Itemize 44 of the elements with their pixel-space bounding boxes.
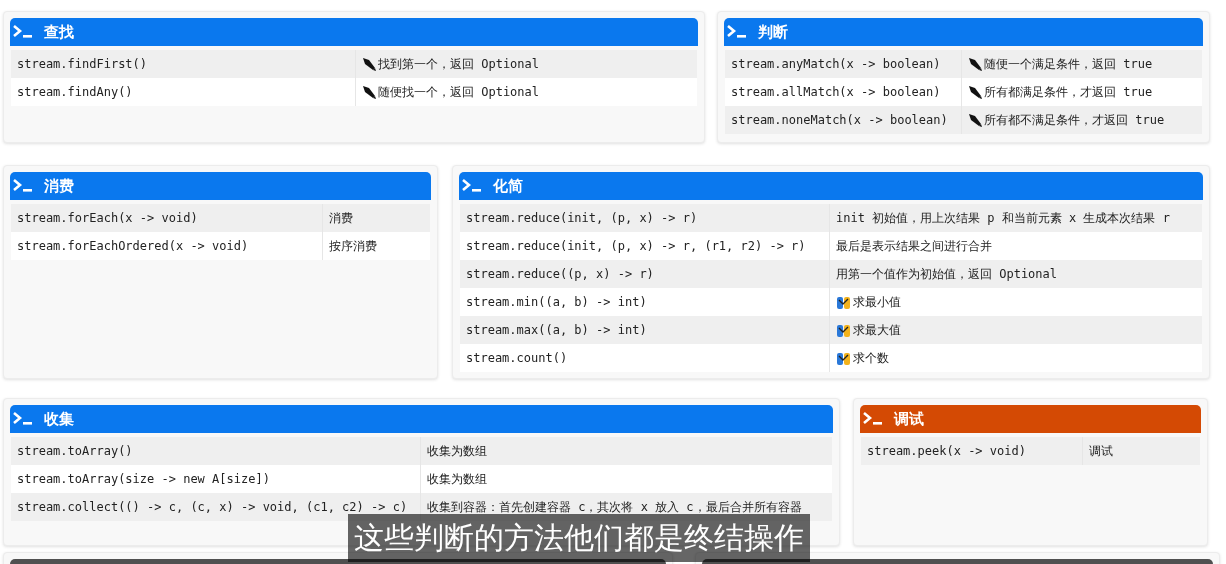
description-cell-text: 最后是表示结果之间进行合并 [835,238,992,255]
description-cell-text: 用第一个值作为初始值，返回 Optional [835,266,1058,283]
description-cell: 求个数 [830,344,889,372]
hands-icon [836,322,851,338]
method-cell: stream.forEachOrdered(x -> void) [11,232,323,260]
method-cell: stream.noneMatch(x -> boolean) [725,106,962,134]
description-cell: 所有都满足条件，才返回 true [962,78,1153,106]
subtitle: 这些判断的方法他们都是终结操作 [348,514,810,562]
terminal-icon [726,24,748,40]
description-cell-text: 按序消费 [328,238,377,255]
description-cell-text: 调试 [1088,443,1113,460]
section-title: 消费 [44,175,74,196]
quill-icon [968,113,982,127]
section-title: 化简 [493,175,523,196]
description-cell-text: 收集到容器：首先创建容器 c，其次将 x 放入 c，最后合并所有容器 [426,499,802,516]
description-cell-text: init 初始值，用上次结果 p 和当前元素 x 生成本次结果 r [835,210,1170,227]
description-cell: 找到第一个，返回 Optional [356,50,540,78]
hands-icon [836,294,851,310]
terminal-icon [12,178,34,194]
method-cell: stream.findAny() [11,78,356,106]
terminal-icon [461,178,483,194]
quill-icon [968,57,982,71]
description-cell-text: 消费 [328,210,353,227]
description-cell: 求最大值 [830,316,901,344]
method-cell: stream.peek(x -> void) [861,437,1083,465]
section-title: 查找 [44,21,74,42]
terminal-icon [12,24,34,40]
description-cell: 求最小值 [830,288,901,316]
hands-icon [836,350,851,366]
description-cell: 所有都不满足条件，才返回 true [962,106,1165,134]
description-cell-text: 收集为数组 [426,471,487,488]
section-title: 判断 [758,21,788,42]
section-title: 收集 [44,408,74,429]
terminal-icon [12,411,34,427]
quill-icon [362,85,376,99]
method-cell: stream.count() [460,344,830,372]
quill-icon [362,57,376,71]
terminal-icon [862,411,884,427]
method-cell: stream.collect(() -> c, (c, x) -> void, (c1, c2) -> c) [11,493,421,521]
description-cell-text: 收集为数组 [426,443,487,460]
description-cell: 随便一个满足条件，返回 true [962,50,1153,78]
description-cell: 随便找一个，返回 Optional [356,78,540,106]
section-title: 调试 [894,408,924,429]
quill-icon [968,85,982,99]
